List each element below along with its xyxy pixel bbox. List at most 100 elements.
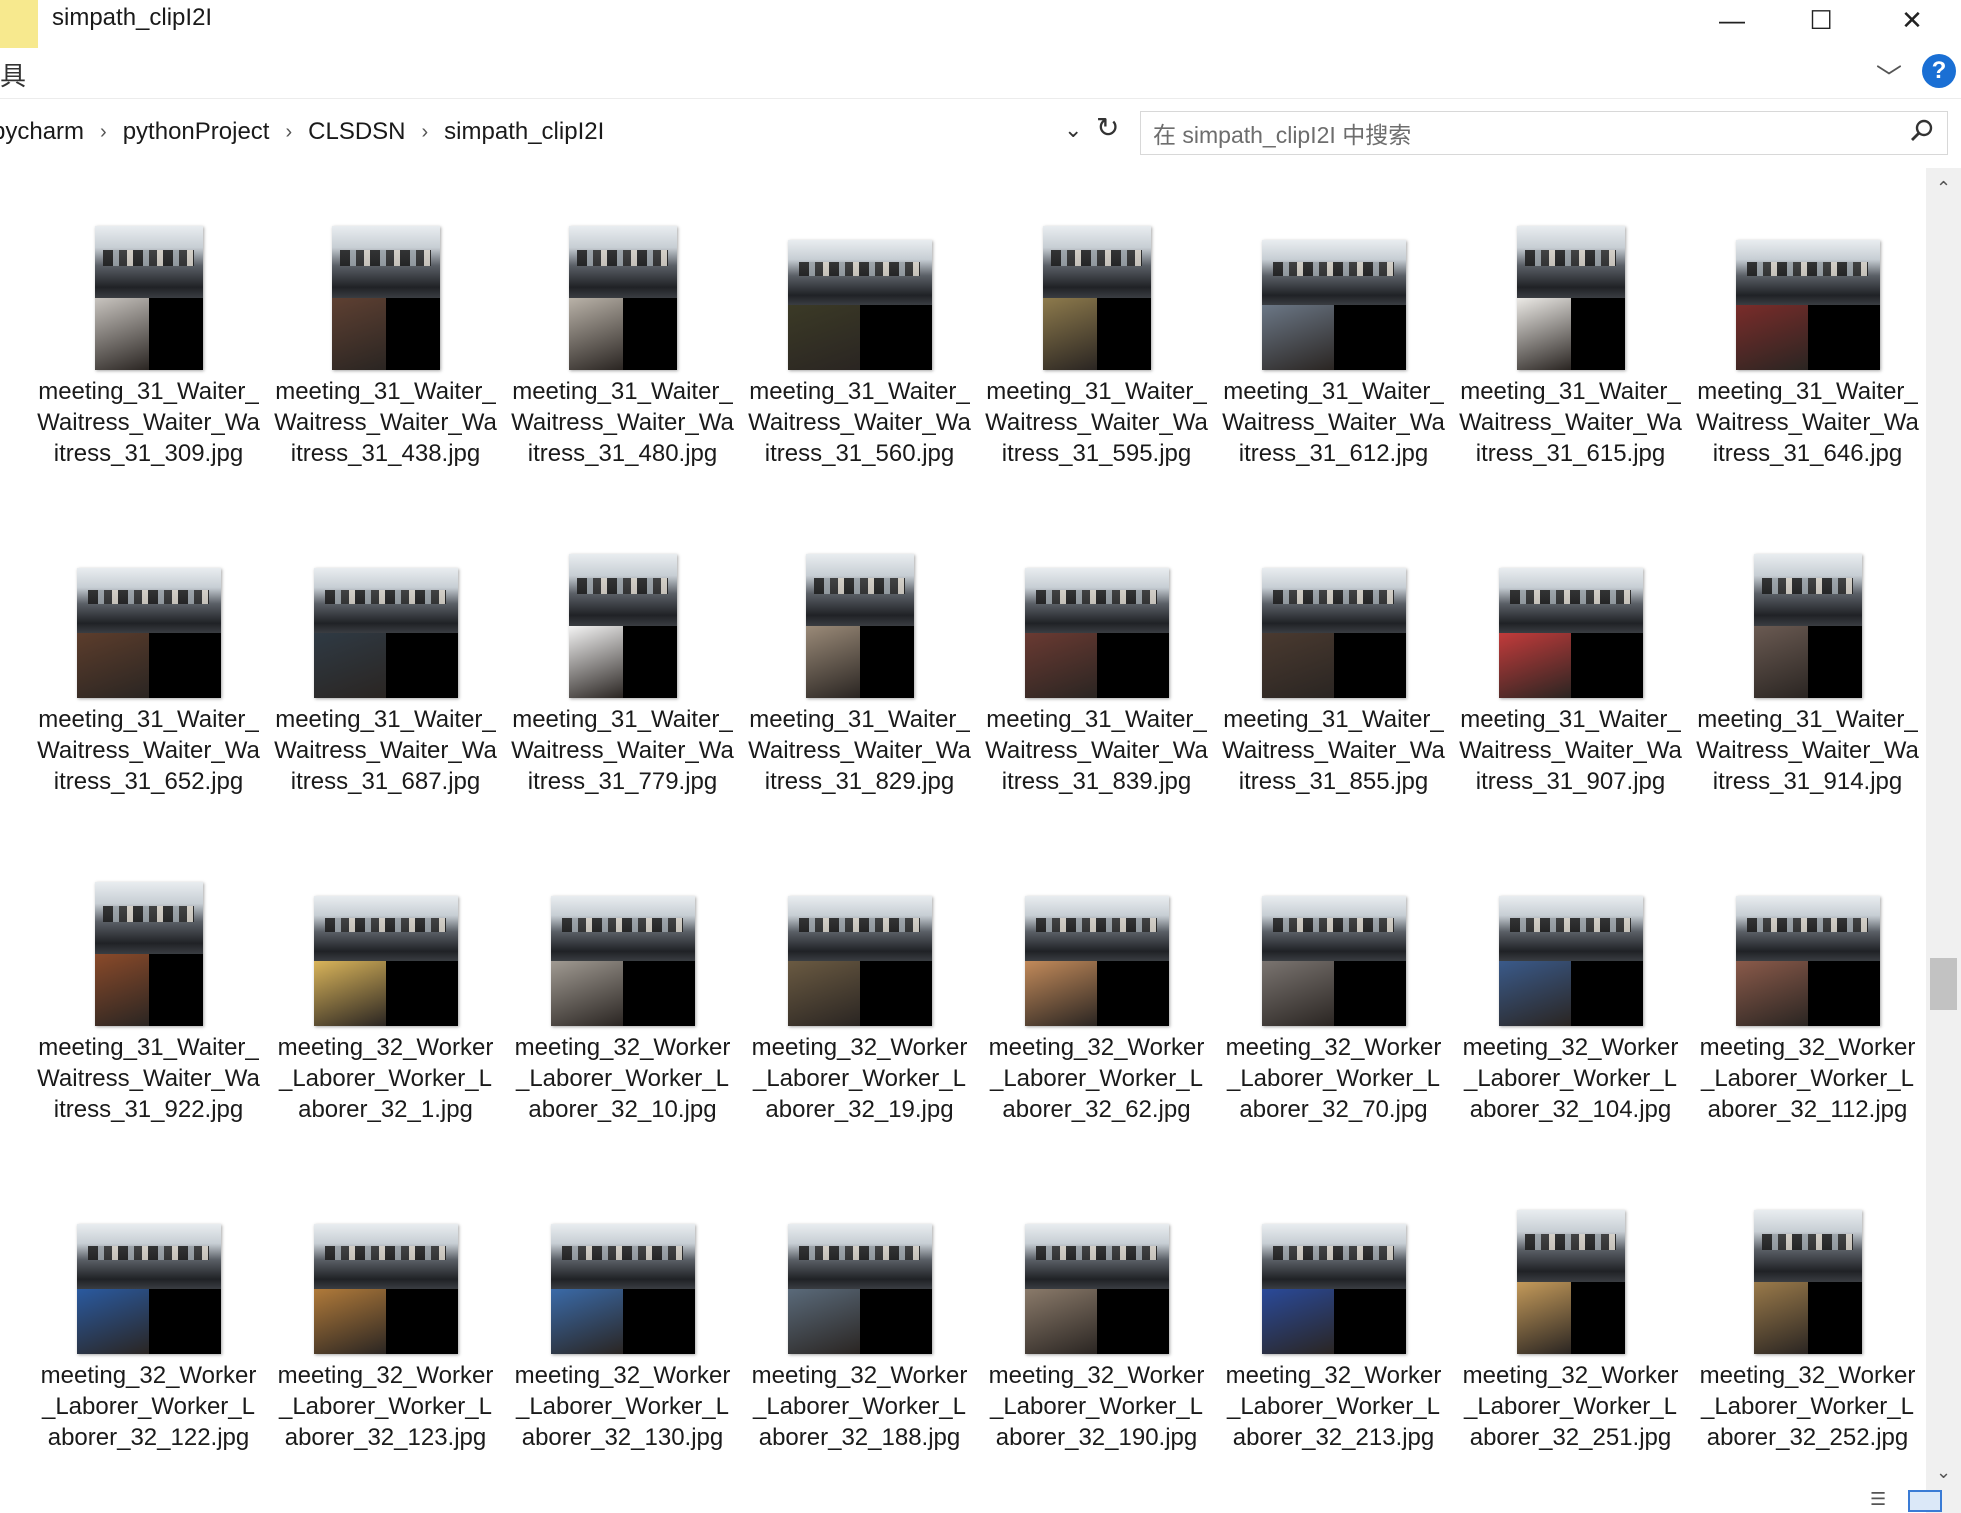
file-item[interactable]: meeting_31_Waiter_Waitress_Waiter_Waitre… [267, 506, 504, 834]
image-thumbnail[interactable] [313, 1224, 458, 1354]
address-history-dropdown[interactable]: ⌄ [1064, 117, 1082, 143]
file-item[interactable]: meeting_31_Waiter_Waitress_Waiter_Waitre… [978, 506, 1215, 834]
image-thumbnail[interactable] [313, 568, 458, 698]
image-thumbnail[interactable] [1261, 896, 1406, 1026]
file-item[interactable]: meeting_31_Waiter_Waitress_Waiter_Waitre… [504, 506, 741, 834]
image-thumbnail[interactable] [1261, 1224, 1406, 1354]
file-name: meeting_31_Waiter_Waitress_Waiter_Waitre… [511, 706, 734, 795]
file-item[interactable]: meeting_31_Waiter_Waitress_Waiter_Waitre… [30, 834, 267, 1162]
breadcrumb-separator-icon[interactable]: › [90, 121, 117, 144]
scroll-thumb[interactable] [1930, 958, 1957, 1010]
image-thumbnail[interactable] [1753, 1210, 1862, 1354]
file-item[interactable]: meeting_31_Waiter_Waitress_Waiter_Waitre… [30, 506, 267, 834]
image-thumbnail[interactable] [787, 1224, 932, 1354]
image-thumbnail[interactable] [1735, 896, 1880, 1026]
minimize-button[interactable]: — [1686, 0, 1778, 40]
image-thumbnail[interactable] [1516, 226, 1625, 370]
maximize-button[interactable]: ☐ [1775, 0, 1867, 40]
file-name: meeting_31_Waiter_Waitress_Waiter_Waitre… [1222, 378, 1445, 467]
file-item[interactable]: meeting_31_Waiter_Waitress_Waiter_Waitre… [741, 178, 978, 506]
thumbnail-subject-region [787, 305, 860, 370]
image-thumbnail[interactable] [805, 554, 914, 698]
file-item[interactable]: meeting_32_Worker_Laborer_Worker_Laborer… [741, 1162, 978, 1490]
help-icon[interactable]: ? [1922, 54, 1956, 88]
file-item[interactable]: meeting_32_Worker_Laborer_Worker_Laborer… [504, 834, 741, 1162]
file-item[interactable]: meeting_32_Worker_Laborer_Worker_Laborer… [978, 1162, 1215, 1490]
ribbon-tab-tools[interactable]: 具 [0, 56, 26, 93]
image-thumbnail[interactable] [313, 896, 458, 1026]
thumbnail-subject-region [568, 626, 623, 698]
file-item[interactable]: meeting_32_Worker_Laborer_Worker_Laborer… [30, 1162, 267, 1490]
details-view-icon[interactable]: ☰ [1870, 1490, 1900, 1510]
thumbnail-frame [267, 178, 504, 370]
thumbnail-meeting-region [1516, 1210, 1625, 1282]
breadcrumb-item[interactable]: pythonProject [117, 118, 276, 146]
image-thumbnail[interactable] [1498, 896, 1643, 1026]
breadcrumb-separator-icon[interactable]: › [412, 121, 439, 144]
file-item[interactable]: meeting_32_Worker_Laborer_Worker_Laborer… [978, 834, 1215, 1162]
file-item[interactable]: meeting_32_Worker_Laborer_Worker_Laborer… [267, 1162, 504, 1490]
file-item[interactable]: meeting_31_Waiter_Waitress_Waiter_Waitre… [1689, 506, 1926, 834]
search-input[interactable]: 在 simpath_clipI2I 中搜索 [1140, 111, 1948, 155]
file-item[interactable]: meeting_32_Worker_Laborer_Worker_Laborer… [267, 834, 504, 1162]
large-icons-view-icon[interactable] [1908, 1490, 1942, 1512]
image-thumbnail[interactable] [568, 226, 677, 370]
file-item[interactable]: meeting_32_Worker_Laborer_Worker_Laborer… [1452, 1162, 1689, 1490]
image-thumbnail[interactable] [76, 568, 221, 698]
file-name: meeting_32_Worker_Laborer_Worker_Laborer… [40, 1362, 257, 1451]
thumbnail-blank-region [622, 1289, 695, 1354]
image-thumbnail[interactable] [331, 226, 440, 370]
file-item[interactable]: meeting_31_Waiter_Waitress_Waiter_Waitre… [978, 178, 1215, 506]
image-thumbnail[interactable] [787, 896, 932, 1026]
breadcrumb-item[interactable]: CLSDSN [302, 118, 411, 146]
breadcrumb-item[interactable]: simpath_clipI2I [438, 118, 610, 146]
image-thumbnail[interactable] [1753, 554, 1862, 698]
ribbon-expand-button[interactable]: ﹀ [1876, 58, 1902, 95]
file-name: meeting_32_Worker_Laborer_Worker_Laborer… [1699, 1362, 1916, 1451]
image-thumbnail[interactable] [1024, 568, 1169, 698]
file-item[interactable]: meeting_32_Worker_Laborer_Worker_Laborer… [741, 834, 978, 1162]
image-thumbnail[interactable] [1024, 1224, 1169, 1354]
vertical-scrollbar[interactable]: ⌃ ⌄ [1926, 168, 1961, 1513]
file-item[interactable]: meeting_32_Worker_Laborer_Worker_Laborer… [1689, 1162, 1926, 1490]
thumbnail-blank-region [1096, 298, 1151, 370]
scroll-down-button[interactable]: ⌄ [1926, 1458, 1961, 1486]
breadcrumb-separator-icon[interactable]: › [275, 121, 302, 144]
refresh-icon[interactable]: ↻ [1096, 111, 1119, 144]
image-thumbnail[interactable] [1042, 226, 1151, 370]
file-item[interactable]: meeting_32_Worker_Laborer_Worker_Laborer… [504, 1162, 741, 1490]
file-item[interactable]: meeting_32_Worker_Laborer_Worker_Laborer… [1689, 834, 1926, 1162]
image-thumbnail[interactable] [787, 240, 932, 370]
close-button[interactable]: ✕ [1866, 0, 1958, 40]
file-item[interactable]: meeting_32_Worker_Laborer_Worker_Laborer… [1215, 1162, 1452, 1490]
file-item[interactable]: meeting_32_Worker_Laborer_Worker_Laborer… [1452, 834, 1689, 1162]
file-item[interactable]: meeting_31_Waiter_Waitress_Waiter_Waitre… [504, 178, 741, 506]
image-thumbnail[interactable] [568, 554, 677, 698]
image-thumbnail[interactable] [1261, 568, 1406, 698]
file-item[interactable]: meeting_31_Waiter_Waitress_Waiter_Waitre… [1452, 178, 1689, 506]
file-item[interactable]: meeting_31_Waiter_Waitress_Waiter_Waitre… [30, 178, 267, 506]
image-thumbnail[interactable] [1735, 240, 1880, 370]
file-item[interactable]: meeting_31_Waiter_Waitress_Waiter_Waitre… [1689, 178, 1926, 506]
breadcrumb-item[interactable]: pycharm [0, 118, 90, 146]
file-name: meeting_31_Waiter_Waitress_Waiter_Waitre… [1696, 706, 1919, 795]
image-thumbnail[interactable] [94, 882, 203, 1026]
file-list-view[interactable]: meeting_31_Waiter_Waitress_Waiter_Waitre… [0, 168, 1926, 1513]
file-item[interactable]: meeting_31_Waiter_Waitress_Waiter_Waitre… [267, 178, 504, 506]
image-thumbnail[interactable] [1516, 1210, 1625, 1354]
thumbnail-subject-region [550, 961, 623, 1026]
image-thumbnail[interactable] [76, 1224, 221, 1354]
image-thumbnail[interactable] [1498, 568, 1643, 698]
image-thumbnail[interactable] [550, 1224, 695, 1354]
file-item[interactable]: meeting_31_Waiter_Waitress_Waiter_Waitre… [741, 506, 978, 834]
search-icon[interactable] [1909, 118, 1935, 151]
file-item[interactable]: meeting_31_Waiter_Waitress_Waiter_Waitre… [1215, 506, 1452, 834]
image-thumbnail[interactable] [1024, 896, 1169, 1026]
file-item[interactable]: meeting_31_Waiter_Waitress_Waiter_Waitre… [1452, 506, 1689, 834]
scroll-up-button[interactable]: ⌃ [1926, 174, 1961, 202]
image-thumbnail[interactable] [94, 226, 203, 370]
file-item[interactable]: meeting_32_Worker_Laborer_Worker_Laborer… [1215, 834, 1452, 1162]
image-thumbnail[interactable] [1261, 240, 1406, 370]
image-thumbnail[interactable] [550, 896, 695, 1026]
file-item[interactable]: meeting_31_Waiter_Waitress_Waiter_Waitre… [1215, 178, 1452, 506]
